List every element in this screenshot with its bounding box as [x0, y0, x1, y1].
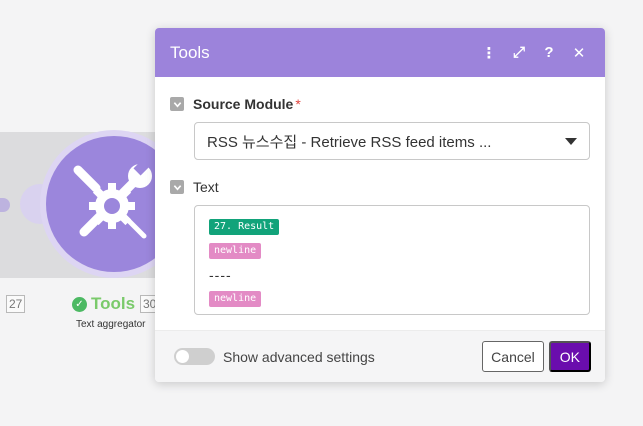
- source-module-label-row: Source Module *: [170, 96, 301, 112]
- wrench-screwdriver-gear-icon: [73, 158, 152, 239]
- required-mark: *: [295, 96, 301, 112]
- collapse-source-module-icon[interactable]: [170, 97, 184, 111]
- more-vertical-icon[interactable]: ⋮: [477, 41, 501, 65]
- text-line: ----: [209, 263, 575, 287]
- source-module-label: Source Module: [193, 96, 294, 112]
- module-title: ✓ Tools: [72, 294, 135, 314]
- text-line: newline: [209, 239, 575, 263]
- module-subtitle: Text aggregator: [76, 319, 146, 330]
- text-line: newline: [209, 287, 575, 311]
- advanced-settings-toggle[interactable]: [174, 348, 215, 365]
- collapse-text-icon[interactable]: [170, 180, 184, 194]
- text-line: 27. Result: [209, 215, 575, 239]
- module-badge-left: 27: [6, 295, 26, 313]
- mapped-variable-pill[interactable]: 27. Result: [209, 219, 280, 235]
- check-circle-icon: ✓: [72, 296, 87, 312]
- dialog-title: Tools: [170, 42, 210, 62]
- separator-text: ----: [209, 267, 232, 283]
- module-settings-dialog: Tools ⋮ ⤢ ? ✕ Source Module * RSS 뉴스수집 -…: [155, 28, 605, 382]
- dialog-footer: Show advanced settings Cancel OK: [155, 330, 605, 382]
- newline-pill[interactable]: newline: [209, 243, 262, 259]
- text-input[interactable]: 27. Result newline ---- newline: [194, 205, 590, 315]
- dialog-body: Source Module * RSS 뉴스수집 - Retrieve RSS …: [155, 77, 605, 330]
- advanced-settings-label[interactable]: Show advanced settings: [223, 349, 482, 365]
- close-icon[interactable]: ✕: [567, 41, 591, 65]
- module-title-text: Tools: [91, 294, 136, 313]
- fullscreen-icon[interactable]: ⤢: [507, 41, 531, 65]
- caret-down-icon: [565, 137, 577, 145]
- help-icon[interactable]: ?: [537, 41, 561, 65]
- cancel-button[interactable]: Cancel: [482, 341, 544, 372]
- text-label: Text: [193, 179, 219, 195]
- newline-pill[interactable]: newline: [209, 291, 262, 307]
- ok-button[interactable]: OK: [548, 341, 591, 372]
- text-label-row: Text: [170, 179, 219, 195]
- toggle-knob: [176, 350, 189, 363]
- source-module-select[interactable]: RSS 뉴스수집 - Retrieve RSS feed items ...: [194, 122, 590, 160]
- dialog-header[interactable]: Tools ⋮ ⤢ ? ✕: [155, 28, 605, 77]
- source-module-value: RSS 뉴스수집 - Retrieve RSS feed items ...: [207, 133, 492, 151]
